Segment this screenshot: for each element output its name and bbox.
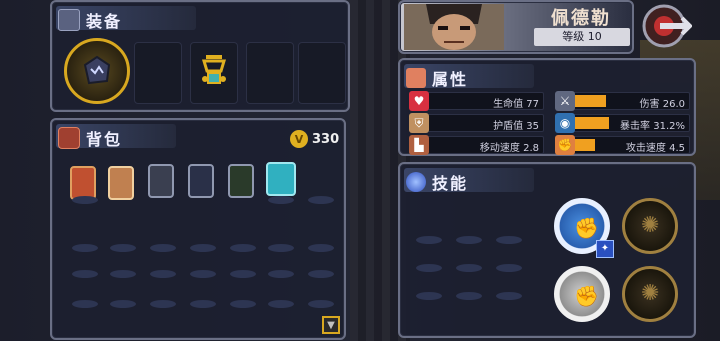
character-name: 佩德勒 <box>551 8 611 29</box>
gloves-icon <box>83 55 111 85</box>
heart-icon: ♥ <box>409 91 429 111</box>
stat-hp: ♥ 生命值 77 <box>409 91 544 111</box>
skill-slot-locked-1[interactable]: ✺ <box>622 198 678 254</box>
stat-shield-label: 护盾值 35 <box>493 121 539 132</box>
attributes-panel: 属性 ♥ 生命值 77 ⛨ 护盾值 35 ▙ 移动速度 2.8 ⚔ 伤害 26.… <box>398 58 696 156</box>
lock-wheel-icon: ✺ <box>641 213 660 238</box>
coin-amount: 330 <box>312 131 340 147</box>
fist-icon: ✊ <box>555 135 575 155</box>
boot-icon: ▙ <box>409 135 429 155</box>
armor-icon <box>58 9 80 31</box>
bag-title: 背包 <box>86 130 123 149</box>
person-icon <box>406 68 426 88</box>
bag-slot[interactable] <box>308 270 334 278</box>
bag-slot[interactable] <box>110 300 136 308</box>
bag-slot[interactable] <box>268 196 294 204</box>
bag-slot[interactable] <box>72 270 98 278</box>
bag-slot[interactable] <box>308 300 334 308</box>
equip-slot-1[interactable] <box>134 42 182 104</box>
equip-slot-2[interactable] <box>190 42 238 104</box>
equipment-panel: 装备 <box>50 0 350 112</box>
stat-attack-speed-fill <box>575 139 595 151</box>
bag-slot[interactable] <box>230 300 256 308</box>
lock-wheel-icon: ✺ <box>641 281 660 306</box>
skills-title: 技能 <box>432 174 469 193</box>
bag-slot[interactable] <box>230 270 256 278</box>
coin-icon: V <box>290 130 308 148</box>
skill-slot-empty <box>416 264 442 272</box>
equip-slot-4[interactable] <box>298 42 346 104</box>
skill-slot-empty <box>496 292 522 300</box>
skill-punch-grey[interactable]: ✊ <box>554 266 610 322</box>
lightning-orb-icon <box>406 172 426 192</box>
bag-slot[interactable] <box>150 270 176 278</box>
character-portrait <box>404 4 504 50</box>
skill-slot-locked-2[interactable]: ✺ <box>622 266 678 322</box>
equipment-title: 装备 <box>86 12 123 31</box>
bag-item-card-beast[interactable] <box>188 164 214 198</box>
stat-crit: ◉ 暴击率 31.2% <box>555 113 690 133</box>
sword-icon: ⚔ <box>555 91 575 111</box>
stat-crit-fill <box>575 117 609 129</box>
skill-active-badge: ✦ <box>596 240 614 258</box>
bag-panel: 背包 V 330 ▼ <box>50 118 346 340</box>
character-card: 佩德勒 等级 10 <box>398 0 634 54</box>
stat-attack-speed: ✊ 攻击速度 4.5 <box>555 135 690 155</box>
equipped-gloves-slot[interactable] <box>64 38 130 104</box>
skill-slot-empty <box>456 236 482 244</box>
character-level: 等级 10 <box>534 28 630 46</box>
bag-slot[interactable] <box>268 300 294 308</box>
stat-move-speed-label: 移动速度 2.8 <box>479 143 539 154</box>
stat-hp-label: 生命值 77 <box>493 99 539 110</box>
skill-slot-empty <box>456 264 482 272</box>
stat-move-speed: ▙ 移动速度 2.8 <box>409 135 544 155</box>
bag-slot[interactable] <box>190 300 216 308</box>
stat-crit-label: 暴击率 31.2% <box>620 121 685 132</box>
bag-item-card-heart[interactable] <box>148 164 174 198</box>
bag-slot[interactable] <box>230 244 256 252</box>
stat-damage-fill <box>575 95 606 107</box>
bag-slot[interactable] <box>190 270 216 278</box>
skill-slot-empty <box>456 292 482 300</box>
bag-slot[interactable] <box>268 244 294 252</box>
skills-panel: 技能 ✊ ✦ ✊ ✺ ✺ <box>398 162 696 338</box>
skill-slot-empty <box>416 292 442 300</box>
bag-slot[interactable] <box>190 244 216 252</box>
fist-skill-icon: ✊ <box>574 216 599 240</box>
discard-button[interactable]: ▼ <box>322 316 340 334</box>
coin-counter: V 330 <box>290 128 339 150</box>
bag-slot[interactable] <box>72 244 98 252</box>
backpack-icon <box>58 127 80 149</box>
eye-icon: ◉ <box>555 113 575 133</box>
stat-damage: ⚔ 伤害 26.0 <box>555 91 690 111</box>
bag-slot[interactable] <box>72 196 98 204</box>
back-button[interactable] <box>640 2 693 50</box>
stat-shield: ⛨ 护盾值 35 <box>409 113 544 133</box>
shield-icon: ⛨ <box>409 113 429 133</box>
bag-item-book[interactable] <box>266 162 296 196</box>
trash-icon: ▼ <box>327 319 335 331</box>
bag-item-scroll-2[interactable] <box>108 166 134 200</box>
bag-item-card-rose[interactable] <box>228 164 254 198</box>
skill-slot-empty <box>496 264 522 272</box>
fist-skill-icon-grey: ✊ <box>574 284 599 308</box>
stat-damage-label: 伤害 26.0 <box>639 99 685 110</box>
bag-slot[interactable] <box>150 244 176 252</box>
back-arrow-icon <box>642 4 693 48</box>
attributes-title: 属性 <box>432 70 469 89</box>
skill-slot-empty <box>416 236 442 244</box>
bag-slot[interactable] <box>150 300 176 308</box>
bag-slot[interactable] <box>268 270 294 278</box>
amulet-icon <box>201 55 227 84</box>
stat-attack-speed-label: 攻击速度 4.5 <box>625 143 685 154</box>
bag-slot[interactable] <box>72 300 98 308</box>
bag-slot[interactable] <box>308 244 334 252</box>
skill-slot-empty <box>496 236 522 244</box>
bag-slot[interactable] <box>110 244 136 252</box>
bag-slot[interactable] <box>308 196 334 204</box>
equip-slot-3[interactable] <box>246 42 294 104</box>
bag-slot[interactable] <box>110 270 136 278</box>
bag-item-scroll-1[interactable] <box>70 166 96 200</box>
